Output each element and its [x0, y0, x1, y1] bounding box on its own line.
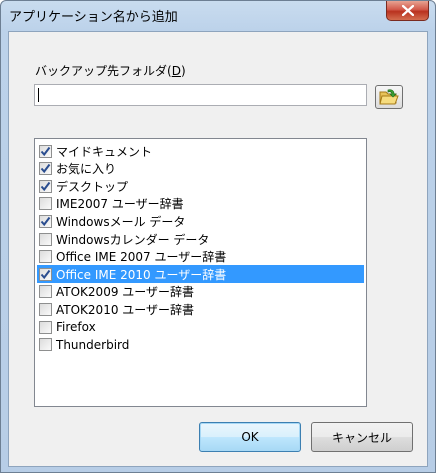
backup-folder-label: バックアップ先フォルダ(D)	[35, 64, 186, 78]
item-checkbox[interactable]	[39, 302, 52, 316]
item-checkbox[interactable]	[39, 214, 52, 228]
cancel-button[interactable]: キャンセル	[311, 422, 413, 452]
list-item[interactable]: ATOK2010 ユーザー辞書	[37, 300, 364, 318]
backup-folder-mnemonic: D	[171, 64, 181, 78]
item-label: Office IME 2010 ユーザー辞書	[56, 267, 227, 282]
list-item[interactable]: Windowsカレンダー データ	[37, 230, 364, 248]
item-checkbox[interactable]	[39, 338, 52, 352]
open-folder-icon	[379, 89, 399, 105]
browse-folder-button[interactable]	[375, 85, 403, 109]
backup-folder-input[interactable]	[34, 84, 367, 106]
list-item[interactable]: マイドキュメント	[37, 142, 364, 160]
item-checkbox[interactable]	[39, 144, 52, 158]
list-item[interactable]: Thunderbird	[37, 336, 364, 354]
item-label: Office IME 2007 ユーザー辞書	[56, 250, 227, 265]
item-label: お気に入り	[56, 162, 117, 177]
application-list[interactable]: マイドキュメント お気に入りデスクトップ IME2007 ユーザー辞書 Windows…	[34, 138, 367, 407]
dialog-body: バックアップ先フォルダ(D) マイドキュメント お気に入りデスクトップ IME200…	[8, 31, 428, 467]
list-item[interactable]: Firefox	[37, 318, 364, 336]
item-checkbox[interactable]	[39, 232, 52, 246]
item-checkbox[interactable]	[39, 250, 52, 264]
window-title: アプリケーション名から追加	[9, 10, 178, 25]
close-button[interactable]	[386, 1, 429, 21]
checkmark-icon	[40, 181, 51, 191]
item-checkbox[interactable]	[39, 320, 52, 334]
item-label: Firefox	[56, 320, 96, 334]
list-item[interactable]: ATOK2009 ユーザー辞書	[37, 283, 364, 301]
item-label: Windowsメール データ	[56, 214, 186, 229]
item-label: ATOK2009 ユーザー辞書	[56, 285, 195, 300]
dialog-window: アプリケーション名から追加 バックアップ先フォルダ(D) マイドキュメント お気に…	[0, 0, 436, 473]
item-label: デスクトップ	[56, 179, 129, 194]
ok-button[interactable]: OK	[199, 422, 301, 452]
checkmark-icon	[40, 216, 51, 226]
title-bar[interactable]: アプリケーション名から追加	[1, 1, 435, 31]
list-item[interactable]: デスクトップ	[37, 177, 364, 195]
item-checkbox[interactable]	[39, 197, 52, 211]
item-label: Thunderbird	[56, 337, 130, 352]
list-item[interactable]: Windowsメール データ	[37, 212, 364, 230]
checkmark-icon	[40, 163, 51, 174]
item-label: マイドキュメント	[56, 144, 153, 159]
text-caret	[38, 88, 39, 102]
checkmark-icon	[40, 269, 51, 279]
list-item[interactable]: Office IME 2007 ユーザー辞書	[37, 248, 364, 266]
list-item[interactable]: お気に入り	[37, 160, 364, 178]
item-checkbox[interactable]	[39, 162, 52, 176]
close-icon	[401, 5, 414, 16]
list-item[interactable]: IME2007 ユーザー辞書	[37, 195, 364, 213]
item-checkbox[interactable]	[39, 285, 52, 299]
checkmark-icon	[40, 146, 51, 156]
item-checkbox[interactable]	[39, 179, 52, 193]
item-label: Windowsカレンダー データ	[56, 232, 210, 247]
item-checkbox[interactable]	[39, 267, 52, 281]
list-item[interactable]: Office IME 2010 ユーザー辞書	[37, 265, 364, 284]
item-label: IME2007 ユーザー辞書	[56, 197, 184, 212]
item-label: ATOK2010 ユーザー辞書	[56, 302, 195, 317]
